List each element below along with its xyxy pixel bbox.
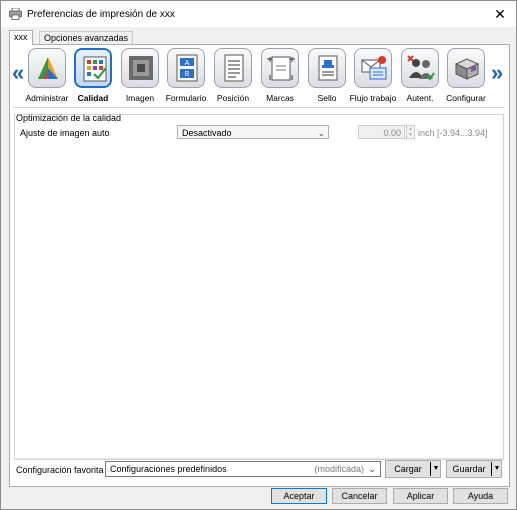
bottom-separator [14, 458, 504, 459]
auto-image-label: Ajuste de imagen auto [20, 128, 110, 138]
favorites-select[interactable]: Configuraciones predefinidos (modificada… [105, 461, 381, 477]
category-flujo-trabajo[interactable]: Flujo trabajo [350, 48, 396, 106]
offset-spinner[interactable]: ▲ ▼ [406, 125, 415, 139]
nav-next-button[interactable]: » [491, 62, 503, 84]
category-posicion[interactable]: Posición [210, 48, 256, 106]
category-marcas[interactable]: Marcas [257, 48, 303, 106]
load-button[interactable]: Cargar ▼ [385, 460, 441, 478]
chevron-down-icon: ⌄ [368, 464, 376, 474]
nav-prev-button[interactable]: « [12, 62, 24, 84]
category-label: Configurar [446, 93, 486, 103]
quality-group-box [14, 114, 504, 460]
category-calidad[interactable]: Calidad [70, 48, 116, 106]
print-preferences-window: Preferencias de impresión de xxx ✕ xxx O… [0, 0, 517, 510]
image-icon [121, 48, 159, 88]
configure-icon [447, 48, 485, 88]
apply-button[interactable]: Aplicar [393, 488, 448, 504]
authentication-icon [401, 48, 439, 88]
save-favorite-label: Guardar [452, 464, 486, 474]
stamp-icon [308, 48, 346, 88]
close-button[interactable]: ✕ [489, 4, 511, 24]
svg-text:B: B [185, 71, 190, 78]
offset-unit: inch [-3.94...3.94] [418, 128, 488, 138]
marks-icon [261, 48, 299, 88]
tab-xxx[interactable]: xxx [9, 30, 33, 45]
spin-down-icon: ▼ [408, 132, 413, 138]
window-title: Preferencias de impresión de xxx [27, 9, 175, 20]
position-icon [214, 48, 252, 88]
printer-icon [9, 7, 22, 20]
favorites-value: Configuraciones predefinidos [110, 464, 227, 474]
workflow-icon [354, 48, 392, 88]
chevron-down-icon: ⌄ [317, 128, 325, 138]
settings-panel: « » Administrar Calidad Imagen A B Formu… [9, 44, 510, 487]
color-triangle-icon [28, 48, 66, 88]
help-button[interactable]: Ayuda [453, 488, 508, 504]
favorites-label: Configuración favorita [16, 465, 104, 475]
quality-grid-icon [74, 48, 112, 88]
nav-divider [14, 107, 504, 108]
auto-image-value: Desactivado [182, 128, 232, 138]
category-configurar[interactable]: Configurar [443, 48, 489, 106]
load-dropdown-icon[interactable]: ▼ [430, 462, 441, 476]
svg-text:A: A [185, 60, 190, 67]
offset-input[interactable]: 0.00 [358, 125, 405, 139]
cancel-button[interactable]: Cancelar [332, 488, 387, 504]
group-title: Optimización de la calidad [16, 113, 122, 123]
form-icon: A B [167, 48, 205, 88]
ok-button[interactable]: Aceptar [271, 488, 327, 504]
load-button-label: Cargar [394, 464, 422, 474]
tab-advanced-options[interactable]: Opciones avanzadas [39, 31, 134, 45]
auto-image-select[interactable]: Desactivado ⌄ [177, 125, 329, 139]
category-formulario[interactable]: A B Formulario [163, 48, 209, 106]
title-bar: Preferencias de impresión de xxx ✕ [1, 1, 516, 27]
save-dropdown-icon[interactable]: ▼ [491, 462, 502, 476]
save-favorite-button[interactable]: Guardar ▼ [446, 460, 502, 478]
favorites-modified: (modificada) [314, 464, 364, 474]
